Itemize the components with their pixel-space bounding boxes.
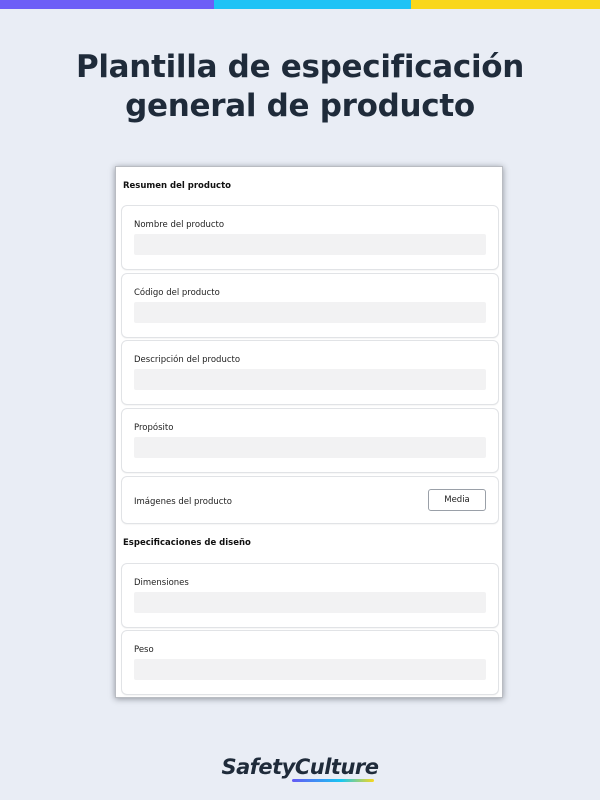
dimensions-input[interactable] xyxy=(134,592,486,613)
weight-input[interactable] xyxy=(134,659,486,680)
field-card-purpose: Propósito xyxy=(121,408,499,473)
top-bar-segment-yellow xyxy=(411,0,600,9)
field-label: Nombre del producto xyxy=(134,220,225,230)
section-title-design-specs: Especificaciones de diseño xyxy=(123,538,251,548)
purpose-input[interactable] xyxy=(134,437,486,458)
page-title-line-1: Plantilla de especificación xyxy=(75,49,525,85)
logo-underline xyxy=(292,779,374,782)
field-label: Descripción del producto xyxy=(134,355,241,365)
field-card-weight: Peso xyxy=(121,630,499,695)
logo-text-part-2: Culture xyxy=(294,755,379,779)
section-title-product-summary: Resumen del producto xyxy=(123,181,231,191)
field-card-product-description: Descripción del producto xyxy=(121,340,499,405)
product-code-input[interactable] xyxy=(134,302,486,323)
field-label: Propósito xyxy=(134,423,174,433)
field-card-product-images: Imágenes del producto Media xyxy=(121,476,499,524)
form-panel: Resumen del producto Nombre del producto… xyxy=(116,167,502,697)
field-label: Imágenes del producto xyxy=(134,497,232,507)
top-color-bar xyxy=(0,0,600,9)
field-label: Dimensiones xyxy=(134,578,189,588)
media-button[interactable]: Media xyxy=(428,489,486,511)
field-card-product-name: Nombre del producto xyxy=(121,205,499,270)
field-label: Peso xyxy=(134,645,154,655)
page-title: Plantilla de especificación general de p… xyxy=(0,48,600,126)
top-bar-segment-blue xyxy=(214,0,411,9)
field-label: Código del producto xyxy=(134,288,220,298)
product-description-input[interactable] xyxy=(134,369,486,390)
page-title-line-2: general de producto xyxy=(125,88,475,124)
logo-text-part-1: Safety xyxy=(221,755,295,779)
field-card-product-code: Código del producto xyxy=(121,273,499,338)
field-card-dimensions: Dimensiones xyxy=(121,563,499,628)
top-bar-segment-purple xyxy=(0,0,214,9)
safetyculture-logo: SafetyCulture xyxy=(0,755,600,782)
product-name-input[interactable] xyxy=(134,234,486,255)
